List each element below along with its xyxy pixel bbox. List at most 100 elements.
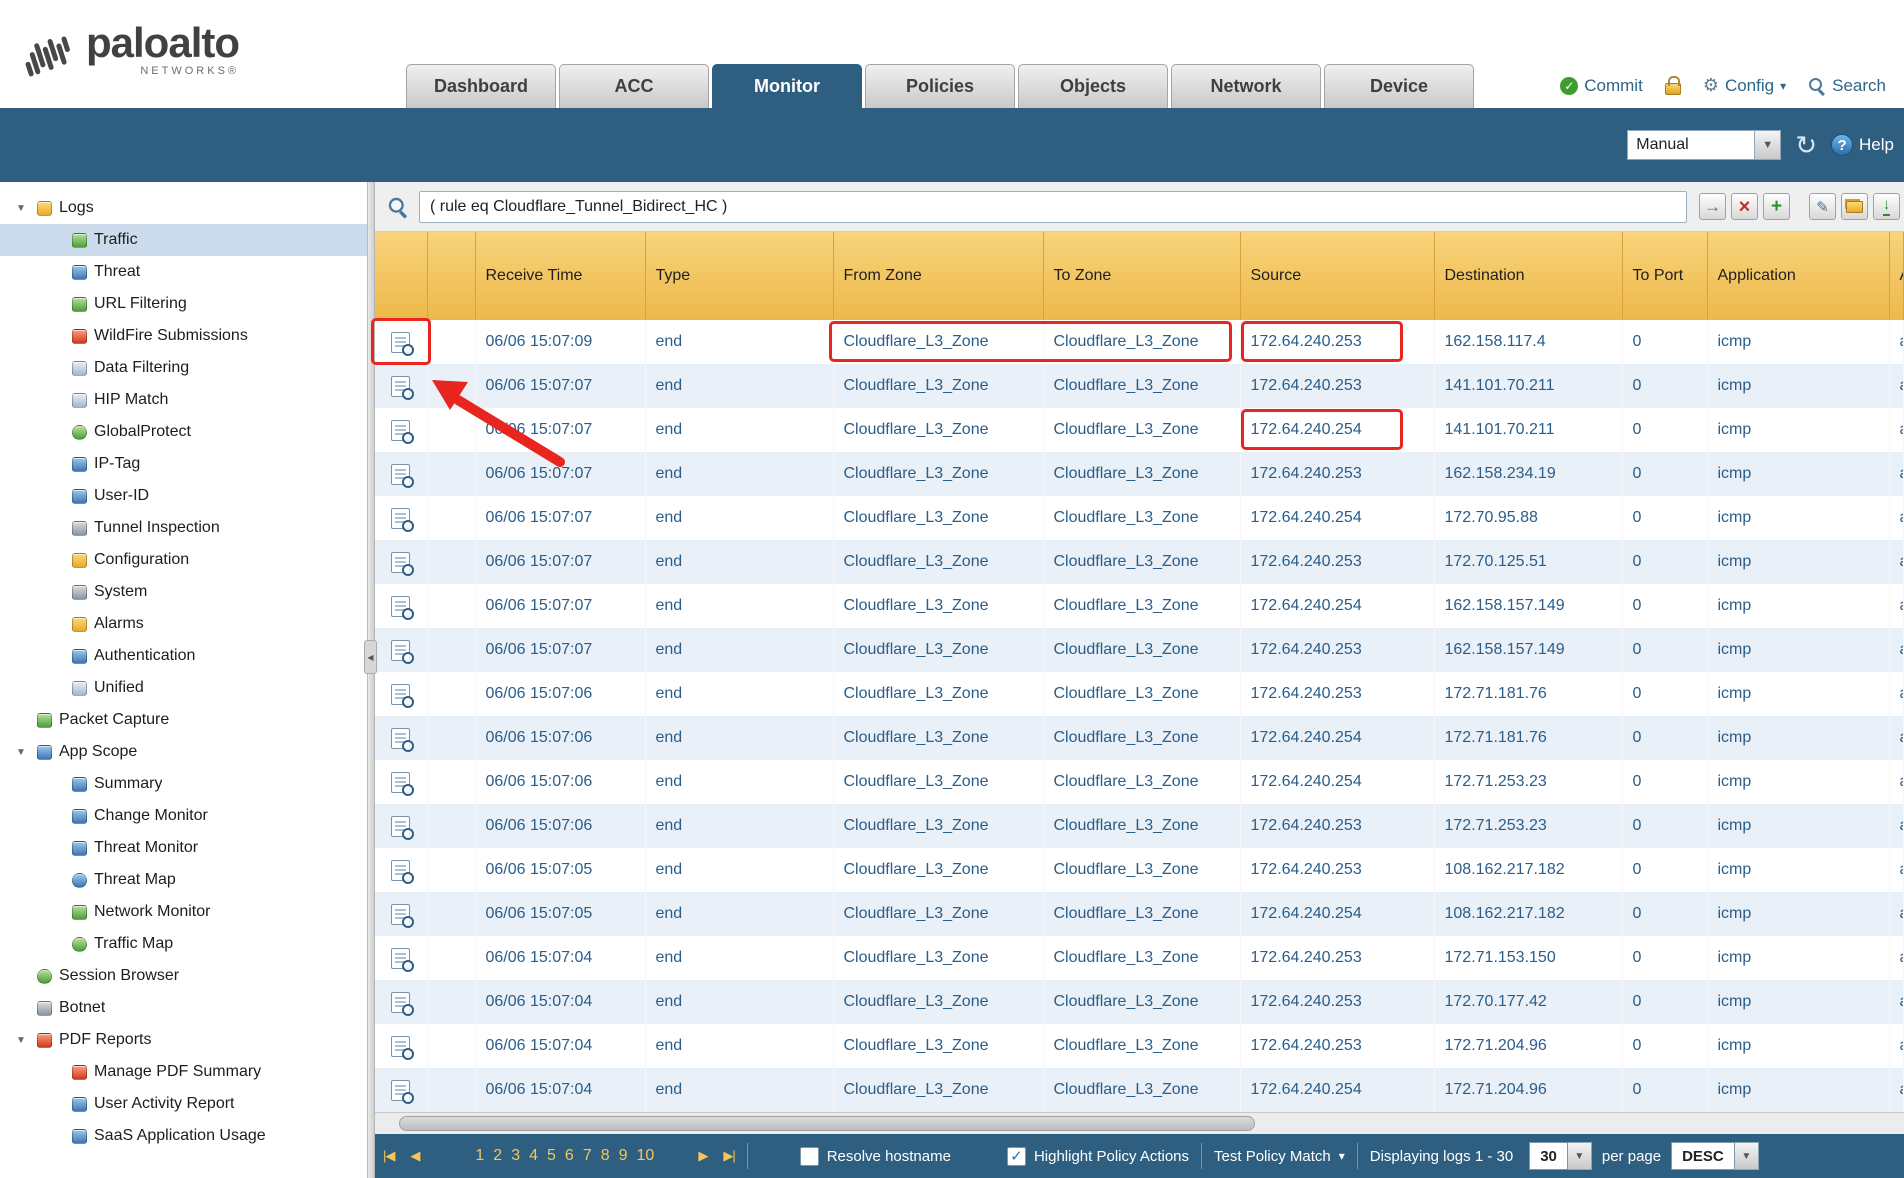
cell-destination[interactable]: 141.101.70.211 [1434,364,1622,408]
sidebar-item-threat[interactable]: ▼ Threat [0,256,367,288]
filter-builder-button[interactable] [1809,193,1836,220]
prev-page-button[interactable]: ◀ [410,1148,419,1164]
cell-to-zone[interactable]: Cloudflare_L3_Zone [1043,408,1240,452]
cell-application[interactable]: icmp [1707,584,1889,628]
sidebar-item-logs[interactable]: ▼ Logs [0,192,367,224]
add-filter-button[interactable] [1763,193,1790,220]
cell-application[interactable]: icmp [1707,628,1889,672]
tab-policies[interactable]: Policies [865,64,1015,108]
table-row[interactable]: 06/06 15:07:04 end Cloudflare_L3_Zone Cl… [375,936,1904,980]
cell-source[interactable]: 172.64.240.253 [1240,452,1434,496]
cell-to-zone[interactable]: Cloudflare_L3_Zone [1043,1024,1240,1068]
page-8[interactable]: 8 [601,1147,610,1165]
sidebar-item-user-activity-report[interactable]: ▼ User Activity Report [0,1088,367,1120]
expander-icon[interactable]: ▼ [16,1035,30,1046]
cell-source[interactable]: 172.64.240.254 [1240,760,1434,804]
sidebar-item-saas-application-usage[interactable]: ▼ SaaS Application Usage [0,1120,367,1152]
log-detail-icon[interactable] [391,376,410,397]
sidebar-item-traffic-map[interactable]: ▼ Traffic Map [0,928,367,960]
last-page-button[interactable]: ▶| [723,1148,734,1164]
cell-source[interactable]: 172.64.240.254 [1240,1068,1434,1112]
sidebar-item-tunnel-inspection[interactable]: ▼ Tunnel Inspection [0,512,367,544]
horizontal-scrollbar[interactable] [375,1112,1904,1134]
lock-icon[interactable] [1665,83,1681,95]
table-row[interactable]: 06/06 15:07:06 end Cloudflare_L3_Zone Cl… [375,760,1904,804]
page-7[interactable]: 7 [583,1147,592,1165]
cell-from-zone[interactable]: Cloudflare_L3_Zone [833,980,1043,1024]
commit-button[interactable]: ✓ Commit [1560,76,1643,96]
next-page-button[interactable]: ▶ [698,1148,707,1164]
tab-objects[interactable]: Objects [1018,64,1168,108]
expander-icon[interactable]: ▼ [16,747,30,758]
log-detail-icon[interactable] [391,992,410,1013]
cell-application[interactable]: icmp [1707,760,1889,804]
sidebar-item-data-filtering[interactable]: ▼ Data Filtering [0,352,367,384]
cell-from-zone[interactable]: Cloudflare_L3_Zone [833,1068,1043,1112]
global-search-button[interactable]: Search [1808,76,1886,96]
log-detail-icon[interactable] [391,640,410,661]
sidebar-item-threat-monitor[interactable]: ▼ Threat Monitor [0,832,367,864]
sidebar-item-ip-tag[interactable]: ▼ IP-Tag [0,448,367,480]
cell-source[interactable]: 172.64.240.254 [1240,716,1434,760]
cell-application[interactable]: icmp [1707,540,1889,584]
log-detail-icon[interactable] [391,860,410,881]
sidebar-item-unified[interactable]: ▼ Unified [0,672,367,704]
table-row[interactable]: 06/06 15:07:05 end Cloudflare_L3_Zone Cl… [375,848,1904,892]
cell-application[interactable]: icmp [1707,1068,1889,1112]
table-row[interactable]: 06/06 15:07:07 end Cloudflare_L3_Zone Cl… [375,496,1904,540]
sidebar-item-manage-pdf-summary[interactable]: ▼ Manage PDF Summary [0,1056,367,1088]
cell-destination[interactable]: 172.70.125.51 [1434,540,1622,584]
table-row[interactable]: 06/06 15:07:07 end Cloudflare_L3_Zone Cl… [375,628,1904,672]
cell-from-zone[interactable]: Cloudflare_L3_Zone [833,1024,1043,1068]
cell-destination[interactable]: 141.101.70.211 [1434,408,1622,452]
column-header-from-zone[interactable]: From Zone [833,232,1043,320]
cell-from-zone[interactable]: Cloudflare_L3_Zone [833,540,1043,584]
column-header-source[interactable]: Source [1240,232,1434,320]
table-row[interactable]: 06/06 15:07:06 end Cloudflare_L3_Zone Cl… [375,672,1904,716]
log-detail-icon[interactable] [391,420,410,441]
cell-source[interactable]: 172.64.240.253 [1240,320,1434,364]
cell-to-zone[interactable]: Cloudflare_L3_Zone [1043,760,1240,804]
table-row[interactable]: 06/06 15:07:05 end Cloudflare_L3_Zone Cl… [375,892,1904,936]
cell-to-zone[interactable]: Cloudflare_L3_Zone [1043,364,1240,408]
test-policy-match-dropdown[interactable]: Test Policy Match ▾ [1214,1148,1345,1165]
cell-destination[interactable]: 172.71.253.23 [1434,760,1622,804]
cell-source[interactable]: 172.64.240.253 [1240,364,1434,408]
sidebar-item-botnet[interactable]: ▼ Botnet [0,992,367,1024]
table-row[interactable]: 06/06 15:07:07 end Cloudflare_L3_Zone Cl… [375,364,1904,408]
export-logs-button[interactable] [1873,193,1900,220]
column-header-a[interactable]: A [1889,232,1904,320]
tab-acc[interactable]: ACC [559,64,709,108]
sidebar-item-user-id[interactable]: ▼ User-ID [0,480,367,512]
cell-destination[interactable]: 172.71.181.76 [1434,672,1622,716]
cell-application[interactable]: icmp [1707,848,1889,892]
log-detail-icon[interactable] [391,508,410,529]
sidebar-item-threat-map[interactable]: ▼ Threat Map [0,864,367,896]
log-detail-icon[interactable] [391,684,410,705]
cell-source[interactable]: 172.64.240.253 [1240,540,1434,584]
cell-application[interactable]: icmp [1707,716,1889,760]
sidebar-item-authentication[interactable]: ▼ Authentication [0,640,367,672]
column-header-destination[interactable]: Destination [1434,232,1622,320]
cell-destination[interactable]: 162.158.234.19 [1434,452,1622,496]
cell-destination[interactable]: 108.162.217.182 [1434,892,1622,936]
load-filter-button[interactable] [1841,193,1868,220]
table-row[interactable]: 06/06 15:07:06 end Cloudflare_L3_Zone Cl… [375,804,1904,848]
cell-from-zone[interactable]: Cloudflare_L3_Zone [833,804,1043,848]
table-row[interactable]: 06/06 15:07:04 end Cloudflare_L3_Zone Cl… [375,980,1904,1024]
cell-to-zone[interactable]: Cloudflare_L3_Zone [1043,496,1240,540]
refresh-interval-select[interactable]: Manual ▼ [1627,130,1781,160]
table-row[interactable]: 06/06 15:07:07 end Cloudflare_L3_Zone Cl… [375,540,1904,584]
cell-from-zone[interactable]: Cloudflare_L3_Zone [833,364,1043,408]
table-row[interactable]: 06/06 15:07:04 end Cloudflare_L3_Zone Cl… [375,1068,1904,1112]
cell-from-zone[interactable]: Cloudflare_L3_Zone [833,628,1043,672]
page-10[interactable]: 10 [637,1147,655,1165]
column-header-to-port[interactable]: To Port [1622,232,1707,320]
help-button[interactable]: ? Help [1831,134,1894,156]
log-filter-input[interactable] [419,191,1687,223]
log-detail-icon[interactable] [391,596,410,617]
cell-to-zone[interactable]: Cloudflare_L3_Zone [1043,936,1240,980]
sidebar-item-system[interactable]: ▼ System [0,576,367,608]
log-detail-icon[interactable] [391,816,410,837]
cell-destination[interactable]: 108.162.217.182 [1434,848,1622,892]
